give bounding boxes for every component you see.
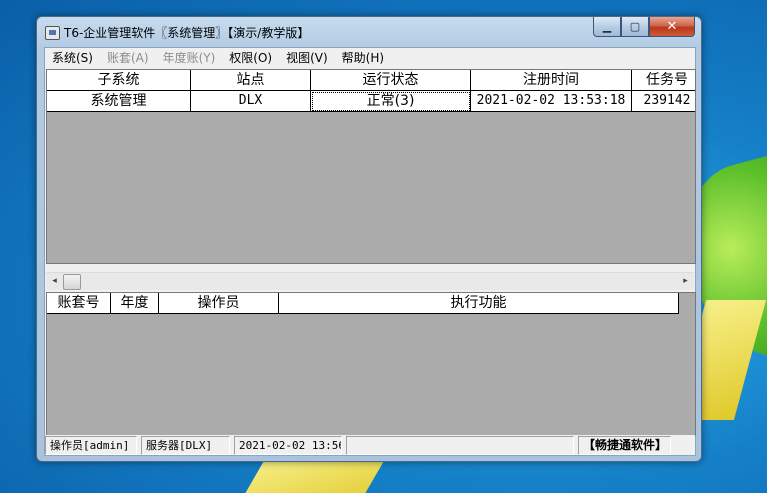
scroll-right-icon[interactable]: ▸ [677, 273, 694, 290]
cell-task-id[interactable]: 239142 [632, 91, 695, 112]
status-blank [346, 436, 574, 455]
window-title: T6-企业管理软件〖系统管理〗【演示/教学版】 [64, 26, 310, 40]
scroll-thumb[interactable] [63, 274, 81, 290]
menu-view[interactable]: 视图(V) [279, 48, 335, 68]
menu-annual-account[interactable]: 年度账(Y) [156, 48, 223, 68]
column-header-account-set-no[interactable]: 账套号 [47, 293, 111, 314]
column-header-status[interactable]: 运行状态 [311, 70, 471, 91]
menu-system[interactable]: 系统(S) [45, 48, 100, 68]
menu-help[interactable]: 帮助(H) [335, 48, 391, 68]
column-header-task-id[interactable]: 任务号 [632, 70, 695, 91]
scroll-left-icon[interactable]: ◂ [46, 273, 63, 290]
column-header-register-time[interactable]: 注册时间 [471, 70, 632, 91]
operator-grid-header: 账套号 年度 操作员 执行功能 [47, 293, 679, 314]
menu-permissions[interactable]: 权限(O) [222, 48, 279, 68]
minimize-button[interactable]: ▁ [593, 17, 621, 37]
column-header-operator[interactable]: 操作员 [159, 293, 279, 314]
menu-bar: 系统(S) 账套(A) 年度账(Y) 权限(O) 视图(V) 帮助(H) [45, 48, 695, 68]
caption-buttons: ▁ ▢ ✕ [593, 17, 695, 37]
client-area: 系统(S) 账套(A) 年度账(Y) 权限(O) 视图(V) 帮助(H) 子系统… [44, 47, 696, 456]
subsystem-grid[interactable]: 子系统 站点 运行状态 注册时间 任务号 系统管理 DLX 正常(3) 2021… [46, 69, 696, 264]
status-server: 服务器[DLX] [141, 436, 230, 455]
table-row[interactable]: 系统管理 DLX 正常(3) 2021-02-02 13:53:18 23914… [47, 91, 695, 112]
operator-grid[interactable]: 账套号 年度 操作员 执行功能 [46, 292, 696, 436]
status-brand: 【畅捷通软件】 [578, 436, 671, 455]
app-icon[interactable] [45, 26, 60, 40]
status-datetime: 2021-02-02 13:56 [234, 436, 342, 455]
column-header-year[interactable]: 年度 [111, 293, 159, 314]
column-header-function[interactable]: 执行功能 [279, 293, 679, 314]
column-header-site[interactable]: 站点 [191, 70, 311, 91]
subsystem-grid-header: 子系统 站点 运行状态 注册时间 任务号 [47, 70, 695, 91]
status-bar: 操作员[admin] 服务器[DLX] 2021-02-02 13:56 【畅捷… [45, 435, 695, 455]
cell-status[interactable]: 正常(3) [311, 91, 471, 112]
horizontal-scrollbar[interactable]: ◂ ▸ [46, 272, 694, 290]
status-operator: 操作员[admin] [45, 436, 137, 455]
minimize-icon: ▁ [602, 20, 612, 33]
cell-register-time[interactable]: 2021-02-02 13:53:18 [471, 91, 632, 112]
close-icon: ✕ [666, 19, 678, 34]
column-header-subsystem[interactable]: 子系统 [47, 70, 191, 91]
title-bar[interactable]: T6-企业管理软件〖系统管理〗【演示/教学版】 ▁ ▢ ✕ [37, 17, 701, 47]
close-button[interactable]: ✕ [649, 17, 695, 37]
maximize-button[interactable]: ▢ [621, 17, 649, 37]
app-window: T6-企业管理软件〖系统管理〗【演示/教学版】 ▁ ▢ ✕ 系统(S) 账套(A… [36, 16, 702, 462]
cell-subsystem[interactable]: 系统管理 [47, 91, 191, 112]
cell-site[interactable]: DLX [191, 91, 311, 112]
menu-account-set[interactable]: 账套(A) [100, 48, 156, 68]
maximize-icon: ▢ [629, 20, 641, 33]
